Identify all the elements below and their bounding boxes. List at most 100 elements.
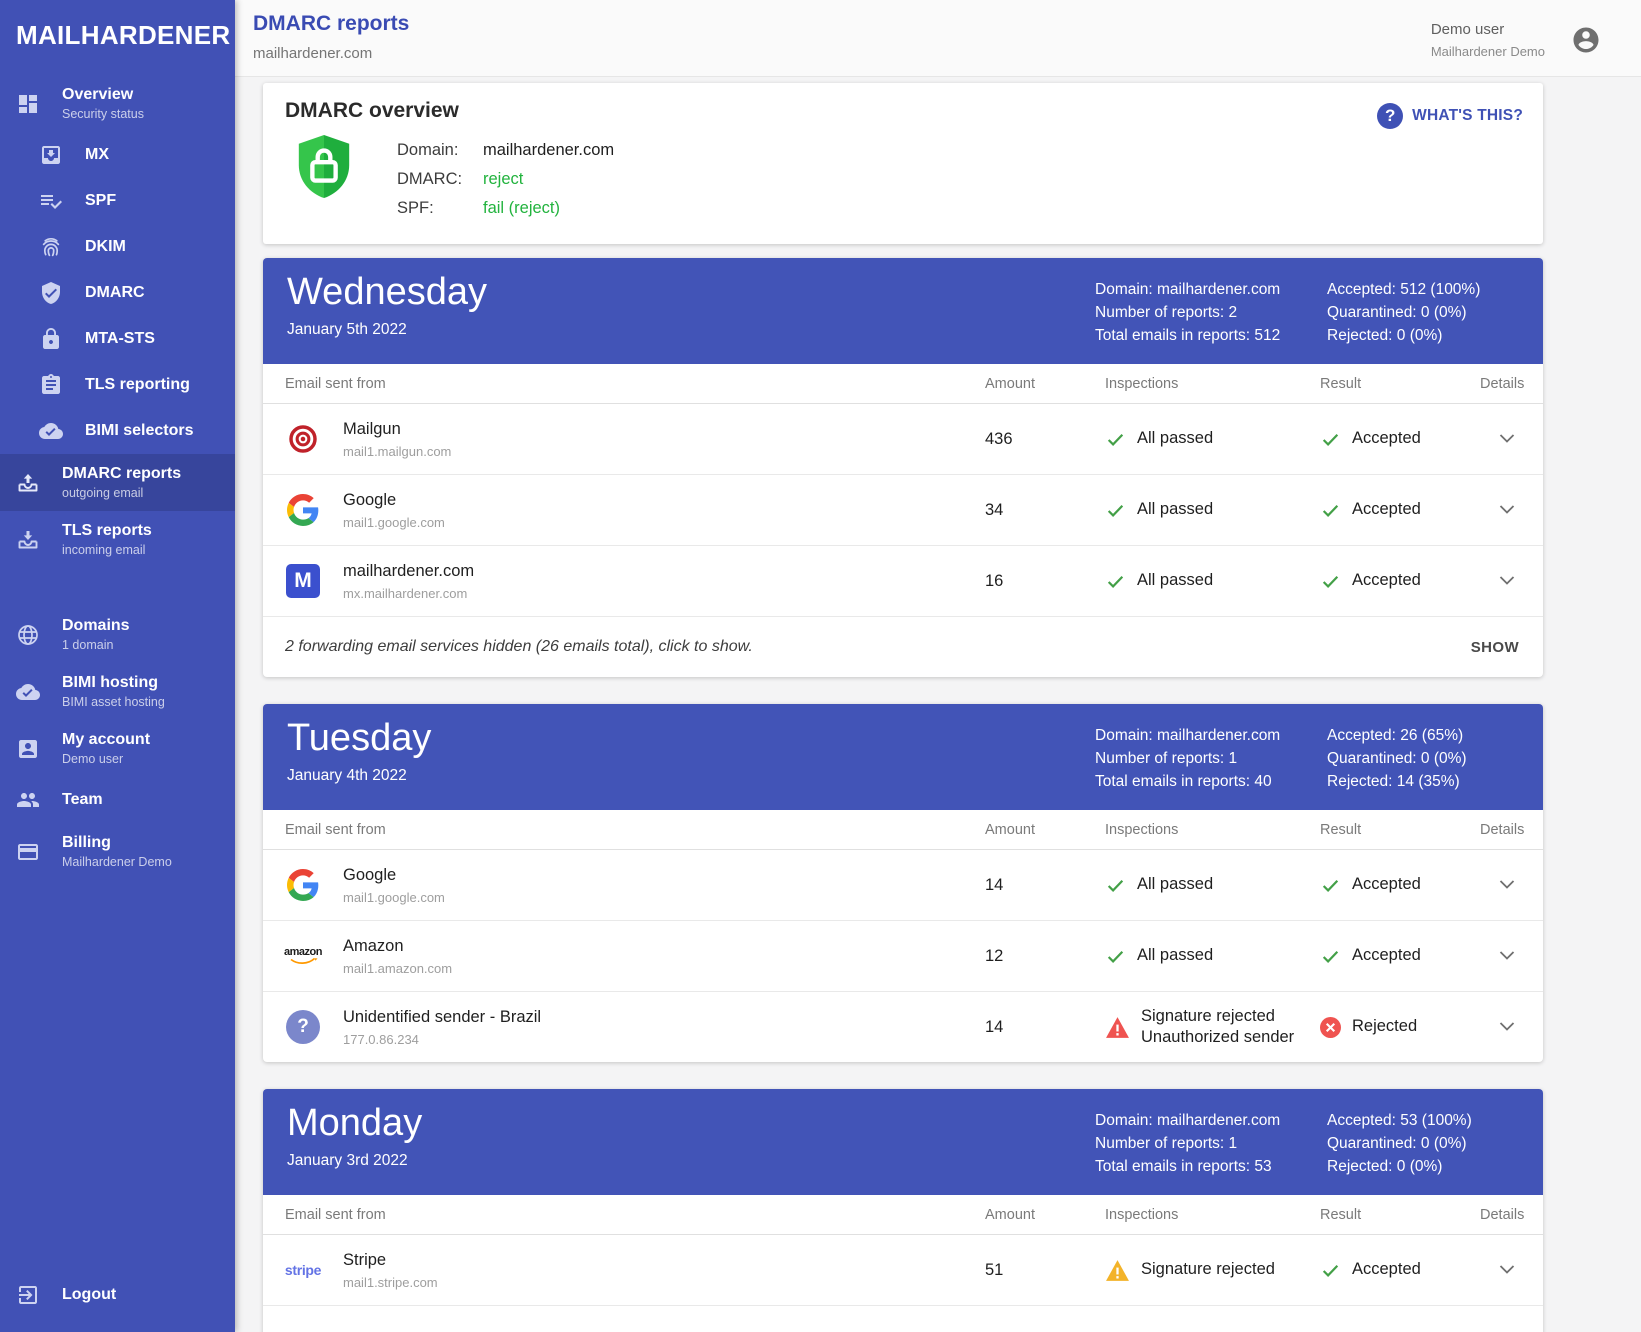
clipboard-icon xyxy=(39,373,63,397)
sidebar-item-billing[interactable]: BillingMailhardener Demo xyxy=(0,823,235,880)
sidebar-item-dkim[interactable]: DKIM xyxy=(0,224,235,270)
table-row: M mailhardener.com mx.mailhardener.com 1… xyxy=(263,546,1543,617)
day-card-wednesday: Wednesday January 5th 2022 Domain: mailh… xyxy=(263,258,1543,677)
google-icon xyxy=(285,867,321,903)
content: DMARC overview ? WHAT'S THIS? Domain: ma… xyxy=(235,77,1641,1332)
stat-quarantined: Quarantined: 0 (0%) xyxy=(1327,747,1513,770)
logout-button[interactable]: Logout xyxy=(0,1272,235,1318)
sidebar-item-team[interactable]: Team xyxy=(0,777,235,823)
check-icon xyxy=(1320,571,1341,592)
mailhardener-icon: M xyxy=(285,563,321,599)
whats-this-button[interactable]: ? WHAT'S THIS? xyxy=(1377,103,1523,129)
outbox-tray-icon xyxy=(16,471,40,495)
col-header-amount: Amount xyxy=(985,822,1105,838)
result-text: Accepted xyxy=(1352,499,1421,520)
sender-name: Stripe xyxy=(343,1251,438,1270)
logout-icon xyxy=(16,1283,40,1307)
chevron-down-icon[interactable] xyxy=(1499,880,1515,889)
col-header-amount: Amount xyxy=(985,1207,1105,1223)
main-area: DMARC reports mailhardener.com Demo user… xyxy=(235,0,1641,1332)
app-logo: MAILHARDENER xyxy=(0,0,235,75)
sender-name: Mailgun xyxy=(343,420,451,439)
sender-domain: mail1.stripe.com xyxy=(343,1275,438,1290)
sidebar-item-sublabel: Security status xyxy=(62,107,144,121)
sidebar-item-overview[interactable]: Overview Security status xyxy=(0,75,235,132)
stat-accepted: Accepted: 512 (100%) xyxy=(1327,278,1513,301)
sidebar: MAILHARDENER OverviewSecurity status MX … xyxy=(0,0,235,1332)
stat-domain: Domain: mailhardener.com xyxy=(1095,1109,1327,1132)
day-date: January 4th 2022 xyxy=(287,767,431,785)
page-title: DMARC reports xyxy=(253,12,409,36)
check-icon xyxy=(1105,571,1126,592)
table-row: amazon Amazon mail1.amazon.com 12 All pa… xyxy=(263,921,1543,992)
sidebar-item-label: DMARC reports xyxy=(62,465,181,483)
table-header-row: Email sent from Amount Inspections Resul… xyxy=(263,1195,1543,1235)
sender-name: Unidentified sender - Brazil xyxy=(343,1008,541,1027)
stat-reports: Number of reports: 1 xyxy=(1095,1132,1327,1155)
sidebar-item-bimi-hosting[interactable]: BIMI hostingBIMI asset hosting xyxy=(0,663,235,720)
checklist-icon xyxy=(39,189,63,213)
sender-name: Google xyxy=(343,491,445,510)
chevron-down-icon[interactable] xyxy=(1499,576,1515,585)
chevron-down-icon[interactable] xyxy=(1499,951,1515,960)
col-header-inspections: Inspections xyxy=(1105,822,1320,838)
sidebar-item-dmarc-reports[interactable]: DMARC reportsoutgoing email xyxy=(0,454,235,511)
hidden-services-note[interactable]: 2 forwarding email services hidden (26 e… xyxy=(285,638,753,656)
stripe-icon: stripe xyxy=(285,1252,321,1288)
sidebar-item-label: Team xyxy=(62,791,103,809)
result-text: Accepted xyxy=(1352,428,1421,449)
dmarc-overview-card: DMARC overview ? WHAT'S THIS? Domain: ma… xyxy=(263,83,1543,244)
stat-reports: Number of reports: 1 xyxy=(1095,747,1327,770)
amount-value: 16 xyxy=(985,572,1105,591)
table-row: Google mail1.google.com 14 All passed Ac… xyxy=(263,850,1543,921)
topbar: DMARC reports mailhardener.com Demo user… xyxy=(235,0,1641,77)
table-header-row: Email sent from Amount Inspections Resul… xyxy=(263,810,1543,850)
sidebar-item-my-account[interactable]: My accountDemo user xyxy=(0,720,235,777)
field-label: SPF: xyxy=(397,199,471,218)
field-label: DMARC: xyxy=(397,170,471,189)
stat-accepted: Accepted: 53 (100%) xyxy=(1327,1109,1513,1132)
chevron-down-icon[interactable] xyxy=(1499,434,1515,443)
sender-domain: mail1.google.com xyxy=(343,890,445,905)
amount-value: 436 xyxy=(985,430,1105,449)
sidebar-item-tls-reports[interactable]: TLS reportsincoming email xyxy=(0,511,235,568)
mailgun-icon xyxy=(285,421,321,457)
amount-value: 12 xyxy=(985,947,1105,966)
inspection-text: Signature rejected xyxy=(1141,1259,1275,1280)
sidebar-item-label: TLS reports xyxy=(62,522,152,540)
sidebar-item-domains[interactable]: Domains1 domain xyxy=(0,606,235,663)
chevron-down-icon[interactable] xyxy=(1499,1265,1515,1274)
sidebar-item-label: My account xyxy=(62,731,150,749)
shield-check-icon xyxy=(39,281,63,305)
sidebar-item-mta-sts[interactable]: MTA-STS xyxy=(0,316,235,362)
amount-value: 51 xyxy=(985,1261,1105,1280)
sidebar-item-bimi-selectors[interactable]: BIMI selectors xyxy=(0,408,235,454)
sidebar-item-label: Overview xyxy=(62,86,144,104)
logout-label: Logout xyxy=(62,1286,116,1304)
chevron-down-icon[interactable] xyxy=(1499,1022,1515,1031)
sidebar-item-spf[interactable]: SPF xyxy=(0,178,235,224)
sidebar-item-tls-reporting[interactable]: TLS reporting xyxy=(0,362,235,408)
fingerprint-icon xyxy=(39,235,63,259)
account-circle-icon[interactable] xyxy=(1571,25,1601,55)
show-button[interactable]: SHOW xyxy=(1469,631,1521,664)
amount-value: 34 xyxy=(985,501,1105,520)
account-box-icon xyxy=(16,737,40,761)
error-triangle-icon xyxy=(1105,1016,1130,1039)
field-label: Domain: xyxy=(397,141,471,160)
table-row: Mailgun mail1.mailgun.com 436 All passed… xyxy=(263,404,1543,475)
lock-icon xyxy=(39,327,63,351)
col-header-result: Result xyxy=(1320,822,1480,838)
day-date: January 3rd 2022 xyxy=(287,1152,422,1170)
sidebar-item-dmarc[interactable]: DMARC xyxy=(0,270,235,316)
table-row: ? Unidentified sender - Brazil 177.0.86.… xyxy=(263,992,1543,1062)
day-name: Monday xyxy=(287,1102,422,1146)
unknown-sender-icon: ? xyxy=(285,1009,321,1045)
stat-rejected: Rejected: 0 (0%) xyxy=(1327,1155,1513,1178)
inspection-text: All passed xyxy=(1137,874,1213,895)
sidebar-item-mx[interactable]: MX xyxy=(0,132,235,178)
day-name: Tuesday xyxy=(287,717,431,761)
result-text: Accepted xyxy=(1352,570,1421,591)
chevron-down-icon[interactable] xyxy=(1499,505,1515,514)
col-header-amount: Amount xyxy=(985,376,1105,392)
